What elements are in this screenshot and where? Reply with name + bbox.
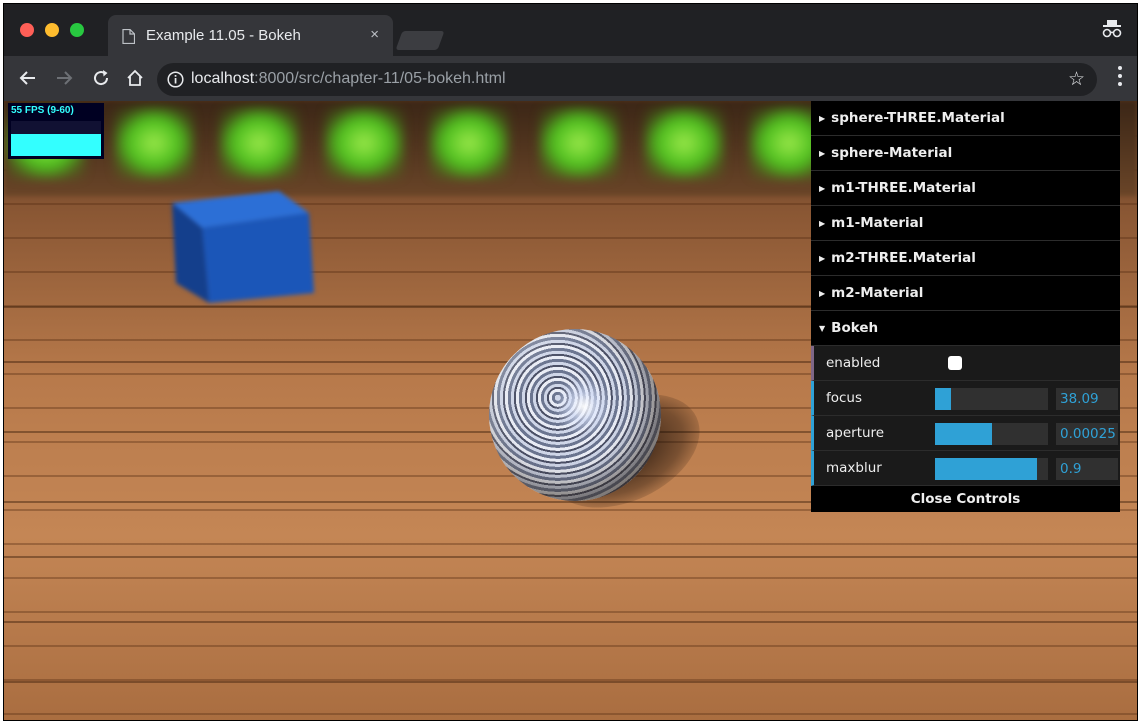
fps-label: 55 FPS (9-60)	[11, 105, 74, 116]
url-text: localhost:8000/src/chapter-11/05-bokeh.h…	[191, 70, 506, 88]
control-label: enabled	[826, 355, 881, 371]
floor-plank-line	[4, 621, 1137, 623]
green-cube	[324, 107, 404, 179]
caret-right-icon: ▶	[819, 253, 826, 263]
close-controls-button[interactable]: Close Controls	[811, 486, 1120, 512]
caret-right-icon: ▶	[819, 183, 826, 193]
reflective-sphere	[489, 329, 661, 501]
fps-graph-fill	[11, 134, 101, 156]
green-cube	[219, 107, 299, 179]
reload-button[interactable]	[87, 64, 115, 92]
green-cube	[539, 107, 619, 179]
folder-sphere-three-material[interactable]: ▶ sphere-THREE.Material	[811, 101, 1120, 136]
browser-toolbar: localhost:8000/src/chapter-11/05-bokeh.h…	[4, 56, 1137, 101]
folder-label: Bokeh	[831, 320, 879, 336]
tab-title: Example 11.05 - Bokeh	[146, 27, 301, 44]
reload-icon	[94, 70, 109, 86]
folder-label: m1-Material	[831, 215, 924, 231]
close-window-button[interactable]	[20, 23, 34, 37]
caret-right-icon: ▶	[819, 148, 826, 158]
forward-arrow-icon	[57, 71, 73, 85]
green-cube	[429, 107, 509, 179]
tab-close-icon[interactable]: ×	[370, 26, 379, 43]
control-maxblur: maxblur 0.9	[811, 451, 1120, 486]
tab-strip: Example 11.05 - Bokeh ×	[4, 4, 1137, 56]
forward-button[interactable]	[50, 64, 78, 92]
slider-fill	[935, 458, 1037, 480]
dat-gui-panel: ▶ sphere-THREE.Material ▶ sphere-Material …	[811, 101, 1120, 512]
maximize-window-button[interactable]	[70, 23, 84, 37]
browser-window: Example 11.05 - Bokeh × localhost:8000/s…	[3, 3, 1138, 721]
back-button[interactable]	[14, 64, 42, 92]
folder-m2-material[interactable]: ▶ m2-Material	[811, 276, 1120, 311]
slider-fill	[935, 423, 992, 445]
url-path: :8000/src/chapter-11/05-bokeh.html	[254, 70, 506, 87]
aperture-value-input[interactable]: 0.00025	[1056, 423, 1118, 445]
floor-plank-line	[4, 681, 1137, 683]
caret-right-icon: ▶	[819, 288, 826, 298]
folder-label: m2-Material	[831, 285, 924, 301]
new-tab-button[interactable]	[395, 31, 445, 50]
folder-label: sphere-THREE.Material	[831, 110, 1005, 126]
minimize-window-button[interactable]	[45, 23, 59, 37]
folder-m1-material[interactable]: ▶ m1-Material	[811, 206, 1120, 241]
folder-label: m2-THREE.Material	[831, 250, 976, 266]
folder-label: m1-THREE.Material	[831, 180, 976, 196]
address-bar[interactable]: localhost:8000/src/chapter-11/05-bokeh.h…	[157, 63, 1097, 96]
control-focus: focus 38.09	[811, 381, 1120, 416]
home-button[interactable]	[121, 64, 149, 92]
folder-label: sphere-Material	[831, 145, 953, 161]
info-icon[interactable]	[167, 71, 184, 88]
tab-active[interactable]: Example 11.05 - Bokeh ×	[108, 15, 393, 56]
caret-right-icon: ▶	[819, 113, 826, 123]
maxblur-value-input[interactable]: 0.9	[1056, 458, 1118, 480]
green-cube	[114, 107, 194, 179]
green-cube	[644, 107, 724, 179]
page-icon	[122, 29, 135, 44]
home-icon	[127, 69, 143, 86]
control-aperture: aperture 0.00025	[811, 416, 1120, 451]
folder-m1-three-material[interactable]: ▶ m1-THREE.Material	[811, 171, 1120, 206]
slider-fill	[935, 388, 951, 410]
caret-right-icon: ▶	[819, 218, 826, 228]
menu-kebab-icon[interactable]	[1117, 66, 1123, 92]
control-label: aperture	[826, 425, 885, 441]
caret-down-icon: ▼	[819, 323, 826, 333]
folder-sphere-material[interactable]: ▶ sphere-Material	[811, 136, 1120, 171]
url-host: localhost	[191, 70, 255, 87]
fps-graph	[11, 121, 101, 156]
stats-panel[interactable]: 55 FPS (9-60)	[8, 103, 104, 159]
webgl-canvas[interactable]: 55 FPS (9-60) ▶ sphere-THREE.Material ▶ sp…	[4, 101, 1137, 720]
enabled-checkbox[interactable]	[948, 356, 962, 370]
bookmark-star-icon[interactable]: ☆	[1068, 68, 1085, 91]
floor-plank-line	[4, 556, 1137, 558]
control-enabled: enabled	[811, 346, 1120, 381]
focus-slider[interactable]	[935, 388, 1048, 410]
focus-value-input[interactable]: 38.09	[1056, 388, 1118, 410]
aperture-slider[interactable]	[935, 423, 1048, 445]
blue-cube	[172, 191, 314, 303]
maxblur-slider[interactable]	[935, 458, 1048, 480]
back-arrow-icon	[19, 71, 35, 85]
folder-bokeh[interactable]: ▼ Bokeh	[811, 311, 1120, 346]
folder-m2-three-material[interactable]: ▶ m2-THREE.Material	[811, 241, 1120, 276]
control-label: maxblur	[826, 460, 882, 476]
incognito-icon	[1102, 20, 1122, 38]
control-label: focus	[826, 390, 863, 406]
